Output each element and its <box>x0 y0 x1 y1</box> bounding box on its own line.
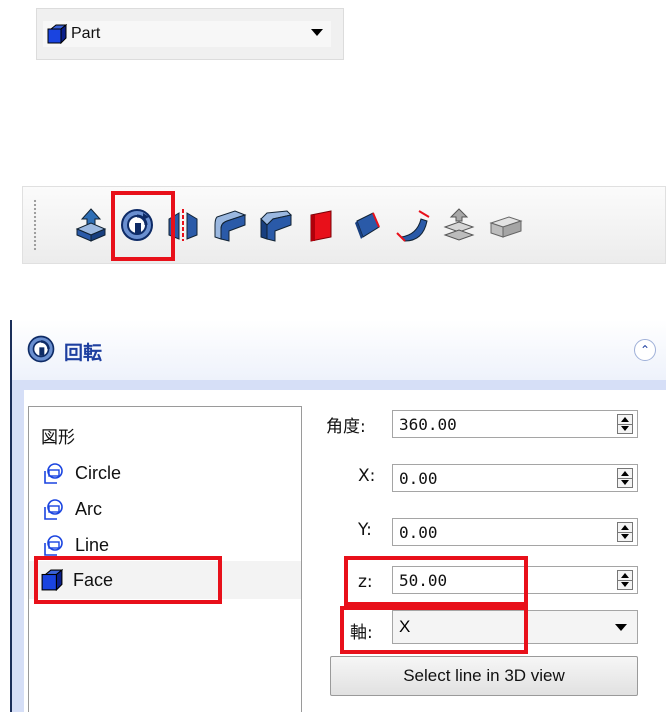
fillet-button[interactable] <box>209 205 249 245</box>
shape-list: 図形 Circle Arc Line Face <box>28 406 302 712</box>
fillet-icon <box>214 210 247 242</box>
mirror-icon <box>168 209 198 241</box>
workbench-selector[interactable]: Part <box>36 8 344 60</box>
axis-value: X <box>399 617 411 636</box>
z-value[interactable]: 50.00 <box>399 571 447 590</box>
make-face-button[interactable] <box>301 205 341 245</box>
list-item-label: Arc <box>75 498 102 519</box>
ruled-surface-button[interactable] <box>347 205 387 245</box>
x-value[interactable]: 0.00 <box>399 469 438 488</box>
face-icon <box>310 210 332 242</box>
double-chevron-up-icon[interactable]: ⌃ <box>634 339 656 361</box>
sweep-button[interactable] <box>439 205 479 245</box>
chevron-down-icon[interactable] <box>311 29 323 36</box>
spin-arrows-icon[interactable] <box>617 522 633 542</box>
spin-arrows-icon[interactable] <box>617 570 633 590</box>
list-item-circle[interactable]: Circle <box>41 459 121 487</box>
extrude-button[interactable] <box>71 205 111 245</box>
chamfer-icon <box>260 210 292 242</box>
revolve-button[interactable] <box>117 205 157 245</box>
y-spinbox[interactable]: 0.00 <box>392 518 638 546</box>
revolve-icon <box>121 209 153 241</box>
toolbar-grip[interactable] <box>33 199 37 251</box>
angle-label: 角度: <box>326 417 366 437</box>
axis-combo[interactable]: X <box>392 610 638 644</box>
spin-arrows-icon[interactable] <box>617 414 633 434</box>
list-item-label: Circle <box>75 462 122 483</box>
ruled-surface-icon <box>355 212 380 239</box>
panel-title: 回転 <box>64 342 103 364</box>
z-label: z: <box>358 572 373 592</box>
x-label: X: <box>358 466 376 486</box>
list-item-face[interactable]: Face <box>29 561 301 599</box>
chamfer-button[interactable] <box>255 205 295 245</box>
sketch-icon <box>44 535 63 556</box>
sketch-icon <box>44 463 63 484</box>
workbench-label: Part <box>71 25 101 42</box>
axis-label: 軸: <box>350 623 373 643</box>
list-item-line[interactable]: Line <box>41 531 109 559</box>
y-label: Y: <box>358 520 372 540</box>
workbench-combo[interactable]: Part <box>43 21 331 47</box>
panel-header: 回転 ⌃ <box>12 320 666 381</box>
y-value[interactable]: 0.00 <box>399 523 438 542</box>
loft-button[interactable] <box>393 205 433 245</box>
angle-spinbox[interactable]: 360.00 <box>392 410 638 438</box>
cube-icon <box>47 24 67 44</box>
mirror-button[interactable] <box>163 205 203 245</box>
shape-list-header: 図形 <box>41 428 75 448</box>
sketch-icon <box>44 499 63 520</box>
select-line-button[interactable]: Select line in 3D view <box>330 656 638 696</box>
list-item-label: Face <box>73 569 114 590</box>
spin-arrows-icon[interactable] <box>617 468 633 488</box>
section-button[interactable] <box>485 205 525 245</box>
list-item-label: Line <box>75 534 110 555</box>
list-item-arc[interactable]: Arc <box>41 495 102 523</box>
sweep-icon <box>443 208 475 241</box>
loft-icon <box>396 210 430 242</box>
angle-value[interactable]: 360.00 <box>399 415 457 434</box>
z-spinbox[interactable]: 50.00 <box>392 566 638 594</box>
cube-icon <box>41 569 63 591</box>
extrude-icon <box>75 208 107 242</box>
part-toolbar <box>22 186 666 264</box>
revolve-icon <box>27 335 55 363</box>
section-icon <box>489 216 523 238</box>
chevron-down-icon[interactable] <box>615 624 627 631</box>
x-spinbox[interactable]: 0.00 <box>392 464 638 492</box>
